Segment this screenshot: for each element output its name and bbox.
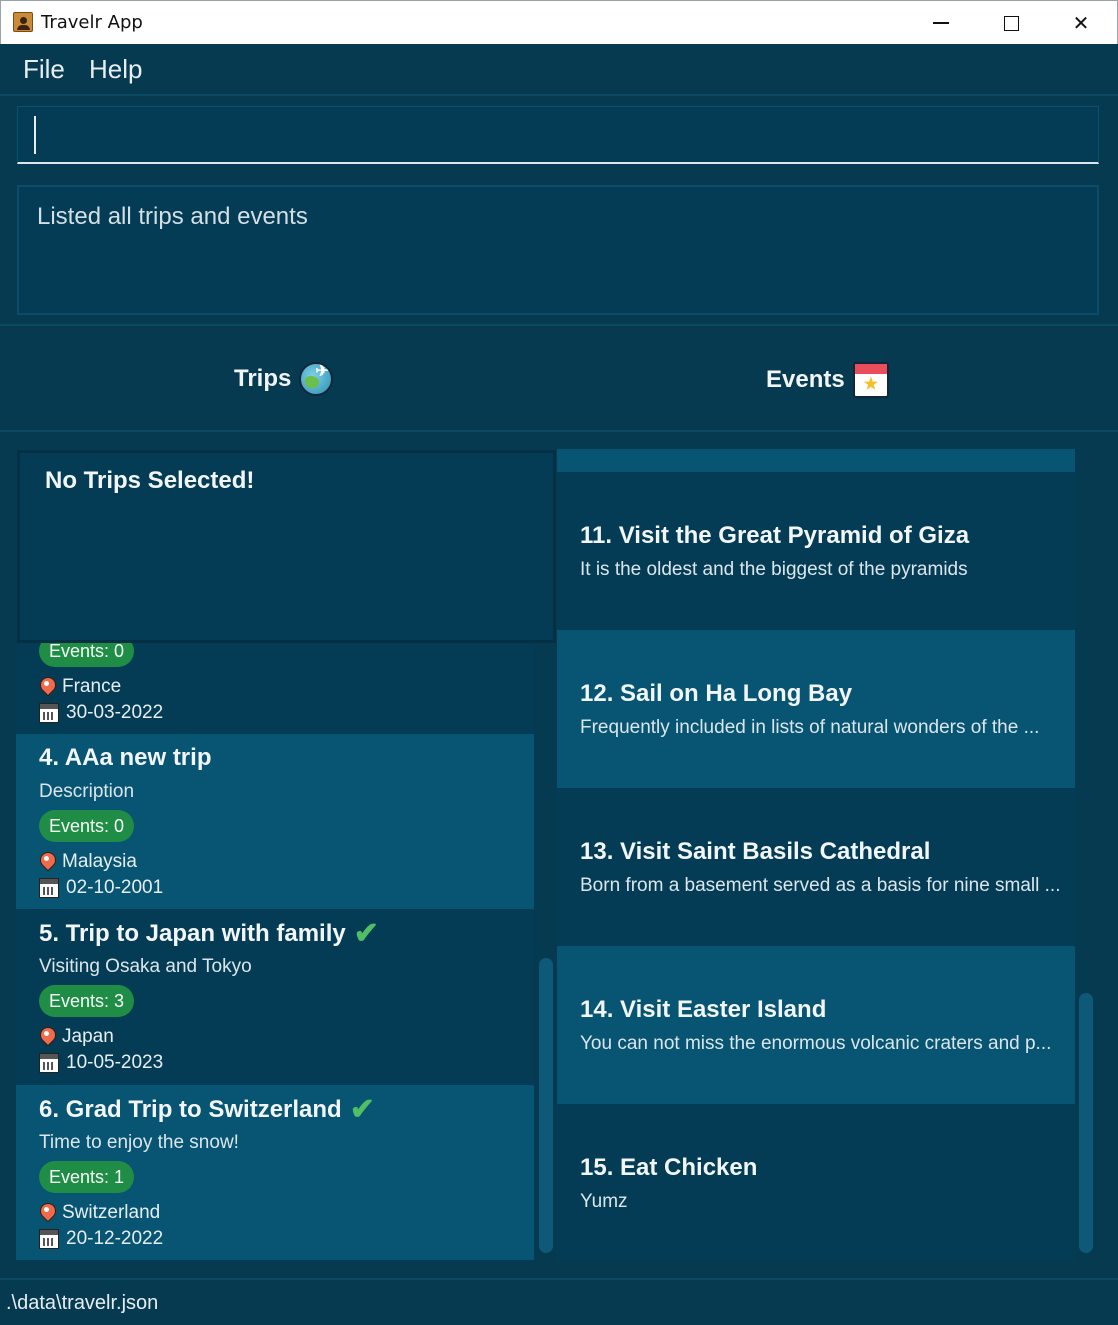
result-box[interactable]: Listed all trips and events [17, 185, 1099, 315]
calendar-star-icon [852, 362, 889, 398]
event-card[interactable] [557, 449, 1075, 472]
location-pin-icon [39, 852, 55, 872]
window-title: Travelr App [41, 12, 143, 33]
trip-date-text: 30-03-2022 [66, 702, 164, 723]
event-description: It is the oldest and the biggest of the … [580, 559, 968, 580]
trip-date: 02-10-2001 [39, 877, 163, 899]
status-bar: .\data\travelr.json [0, 1278, 1118, 1325]
event-description: Yumz [580, 1191, 628, 1212]
events-count-badge: Events: 0 [39, 810, 135, 842]
event-title: 14. Visit Easter Island [580, 996, 827, 1023]
trips-header: Trips [234, 362, 334, 396]
events-header: Events [766, 362, 889, 398]
event-card[interactable]: 13. Visit Saint Basils Cathedral Born fr… [557, 788, 1075, 946]
trip-location: Japan [39, 1026, 114, 1048]
events-header-label: Events [766, 366, 845, 393]
event-card[interactable]: 15. Eat Chicken Yumz [557, 1104, 1075, 1261]
list-headers: Trips Events [0, 328, 1118, 432]
trip-description: Visiting Osaka and Tokyo [39, 956, 252, 977]
location-pin-icon [39, 1027, 55, 1047]
event-title: 13. Visit Saint Basils Cathedral [580, 838, 931, 865]
trip-date: 20-12-2022 [39, 1228, 163, 1250]
event-description: Frequently included in lists of natural … [580, 717, 1040, 738]
calendar-icon [39, 1229, 59, 1249]
trip-location: Malaysia [39, 851, 137, 873]
trip-title-text: 4. AAa new trip [39, 744, 212, 771]
event-description: Born from a basement served as a basis f… [580, 875, 1061, 896]
events-count-badge: Events: 1 [39, 1161, 135, 1193]
trip-location-text: France [62, 676, 122, 697]
trip-card[interactable]: 6. Grad Trip to Switzerland ✔ Time to enj… [16, 1085, 534, 1260]
command-box [0, 98, 1118, 176]
trips-scrollbar-thumb[interactable] [539, 958, 553, 1253]
event-card[interactable]: 14. Visit Easter Island You can not miss… [557, 946, 1075, 1104]
trip-location: France [39, 676, 121, 698]
event-title: 11. Visit the Great Pyramid of Giza [580, 522, 970, 549]
trip-card[interactable]: 4. AAa new trip Description Events: 0 Ma… [16, 734, 534, 909]
trip-location-text: Japan [62, 1026, 114, 1047]
trips-header-label: Trips [234, 365, 292, 392]
menu-bar: File Help [0, 44, 1118, 96]
maximize-icon [1003, 15, 1019, 31]
close-icon: ✕ [1072, 11, 1090, 35]
trip-date-text: 02-10-2001 [66, 877, 164, 898]
trip-location-text: Malaysia [62, 851, 137, 872]
calendar-icon [39, 1053, 59, 1073]
result-text: Listed all trips and events [37, 203, 308, 230]
event-description: You can not miss the enormous volcanic c… [580, 1033, 1052, 1054]
trip-date-text: 10-05-2023 [66, 1052, 164, 1073]
menu-help[interactable]: Help [89, 54, 142, 85]
events-scrollbar-thumb[interactable] [1079, 993, 1093, 1253]
trip-location: Switzerland [39, 1202, 160, 1224]
trip-date: 10-05-2023 [39, 1052, 163, 1074]
trip-location-text: Switzerland [62, 1202, 161, 1223]
calendar-icon [39, 878, 59, 898]
globe-plane-icon [299, 362, 334, 396]
events-count-badge: Events: 3 [39, 985, 135, 1017]
event-card[interactable]: 12. Sail on Ha Long Bay Frequently inclu… [557, 630, 1075, 788]
location-pin-icon [39, 1203, 55, 1223]
checkmark-icon: ✔ [353, 917, 379, 950]
trip-date: 30-03-2022 [39, 702, 163, 724]
result-display: Listed all trips and events [0, 176, 1118, 326]
menu-file[interactable]: File [23, 54, 65, 85]
trip-title-text: 5. Trip to Japan with family [39, 920, 346, 947]
minimize-icon [933, 22, 949, 24]
calendar-icon [39, 703, 59, 723]
minimize-button[interactable] [906, 1, 976, 45]
trip-title: 5. Trip to Japan with family ✔ [39, 919, 379, 949]
trip-date-text: 20-12-2022 [66, 1228, 164, 1249]
trip-title-text: 6. Grad Trip to Switzerland [39, 1096, 342, 1123]
events-list[interactable]: 11. Visit the Great Pyramid of Giza It i… [557, 449, 1097, 1261]
close-button[interactable]: ✕ [1046, 1, 1116, 45]
event-title: 15. Eat Chicken [580, 1154, 758, 1181]
checkmark-icon: ✔ [349, 1093, 375, 1126]
trip-title: 4. AAa new trip [39, 744, 211, 772]
trip-description: Time to enjoy the snow! [39, 1132, 239, 1153]
no-trip-selected-text: No Trips Selected! [45, 467, 255, 494]
app-icon [13, 12, 33, 32]
selected-trip-panel: No Trips Selected! [17, 450, 556, 643]
location-pin-icon [39, 677, 55, 697]
text-cursor [34, 116, 36, 154]
title-bar: Travelr App ✕ [0, 0, 1118, 44]
event-card[interactable]: 11. Visit the Great Pyramid of Giza It i… [557, 472, 1075, 630]
trip-card[interactable]: 5. Trip to Japan with family ✔ Visiting O… [16, 909, 534, 1084]
event-title: 12. Sail on Ha Long Bay [580, 680, 853, 707]
trip-title: 6. Grad Trip to Switzerland ✔ [39, 1095, 375, 1125]
command-input[interactable] [17, 106, 1099, 164]
trip-description: Description [39, 781, 135, 802]
data-file-path: .\data\travelr.json [6, 1292, 159, 1314]
maximize-button[interactable] [976, 1, 1046, 45]
